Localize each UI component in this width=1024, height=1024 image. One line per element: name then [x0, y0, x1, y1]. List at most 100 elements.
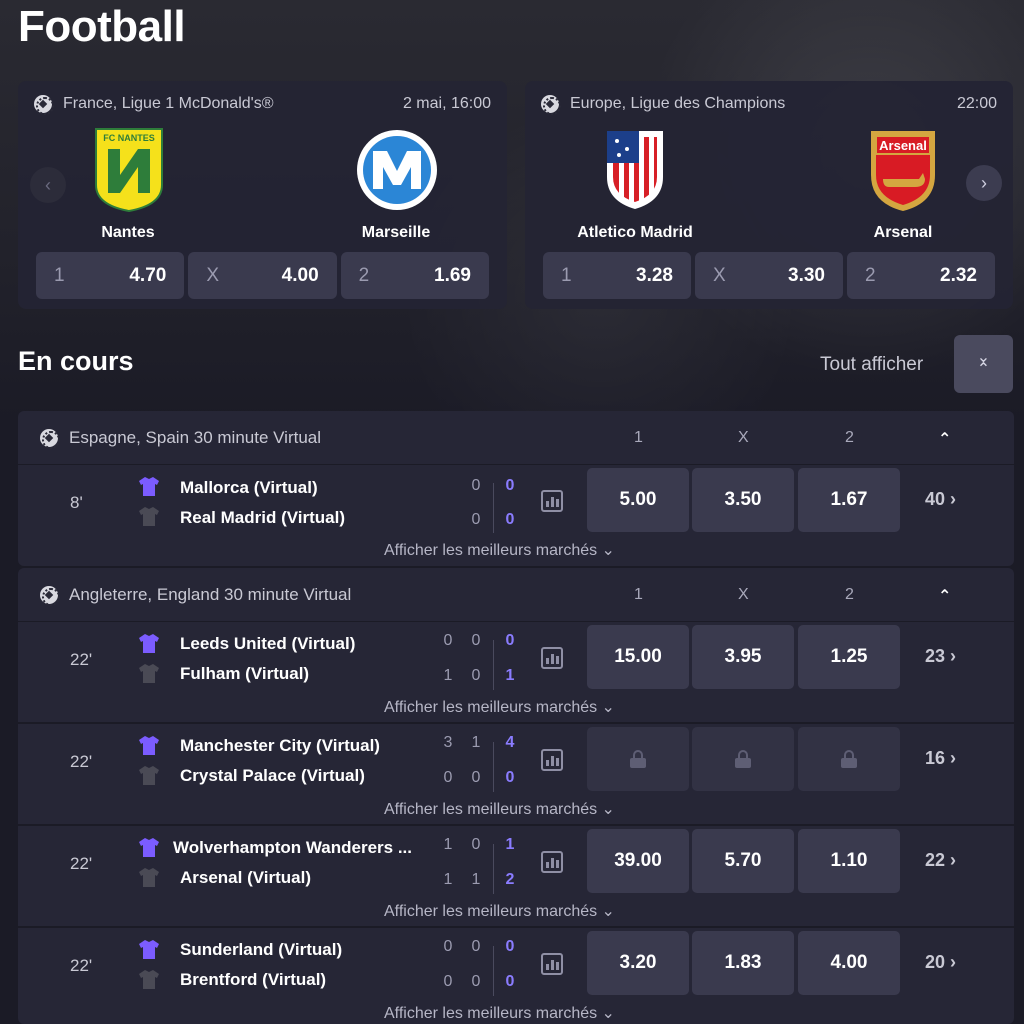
home-score-total: 1 — [505, 836, 515, 853]
home-score: 0 — [443, 938, 453, 955]
featured-header: Europe, Ligue des Champions 22:00 — [541, 93, 997, 115]
atletico-crest — [605, 127, 675, 213]
football-icon — [541, 95, 561, 115]
home-score-total: 0 — [505, 938, 515, 955]
more-markets-count[interactable]: 20 › — [925, 952, 956, 973]
match-row[interactable]: 22' Wolverhampton Wanderers ... Arsenal … — [18, 826, 1014, 928]
home-score: 1 — [443, 836, 453, 853]
away-score: 1 — [471, 871, 481, 888]
odd-home-button[interactable]: 1 3.28 — [543, 252, 691, 299]
league-block: Angleterre, England 30 minute Virtual 1 … — [18, 568, 1014, 1024]
score-divider — [493, 844, 494, 894]
home-score: 0 — [443, 632, 453, 649]
more-markets-count[interactable]: 16 › — [925, 748, 956, 769]
away-score-total: 2 — [505, 871, 515, 888]
best-markets-link[interactable]: Afficher les meilleurs marchés ⌄ — [384, 799, 615, 819]
score-divider — [493, 640, 494, 690]
more-markets-count[interactable]: 23 › — [925, 646, 956, 667]
lock-icon — [841, 750, 857, 768]
away-score: 0 — [443, 973, 453, 990]
column-header-2: 2 — [845, 429, 854, 446]
home-score: 0 — [471, 632, 481, 649]
home-team-name: Leeds United (Virtual) — [180, 634, 356, 653]
chevron-up-icon[interactable]: ⌃ — [938, 429, 952, 448]
column-header-x: X — [738, 586, 749, 603]
more-markets-count[interactable]: 22 › — [925, 850, 956, 871]
match-row[interactable]: 22' Sunderland (Virtual) Brentford (Virt… — [18, 928, 1014, 1024]
carousel-next-button[interactable]: › — [966, 165, 1002, 201]
featured-match-card[interactable]: France, Ligue 1 McDonald's® 2 mai, 16:00… — [18, 81, 507, 309]
away-shirt-icon — [138, 968, 160, 990]
away-score: 1 — [443, 871, 453, 888]
stats-icon[interactable] — [541, 490, 563, 512]
stats-icon[interactable] — [541, 851, 563, 873]
odd-draw-button[interactable]: 3.50 — [692, 468, 794, 532]
odd-home-button[interactable]: 39.00 — [587, 829, 689, 893]
match-time: 22' — [70, 650, 93, 669]
featured-date: 2 mai, 16:00 — [402, 95, 491, 112]
league-header[interactable]: Angleterre, England 30 minute Virtual 1 … — [18, 568, 1014, 622]
odd-away-button[interactable]: 1.25 — [798, 625, 900, 689]
match-row[interactable]: 8' Mallorca (Virtual) Real Madrid (Virtu… — [18, 465, 1014, 565]
match-row[interactable]: 22' Leeds United (Virtual) Fulham (Virtu… — [18, 622, 1014, 724]
league-name: Espagne, Spain 30 minute Virtual — [69, 427, 322, 447]
lock-icon — [735, 750, 751, 768]
best-markets-link[interactable]: Afficher les meilleurs marchés ⌄ — [384, 901, 615, 921]
more-markets-count[interactable]: 40 › — [925, 489, 956, 510]
marseille-crest — [355, 127, 439, 213]
column-header-x: X — [738, 429, 749, 446]
stats-icon[interactable] — [541, 749, 563, 771]
odd-draw-button[interactable]: 5.70 — [692, 829, 794, 893]
home-shirt-icon — [138, 734, 160, 756]
odd-home-button[interactable]: 3.20 — [587, 931, 689, 995]
arsenal-crest: Arsenal — [867, 127, 939, 213]
odd-home-button[interactable]: 1 4.70 — [36, 252, 185, 299]
away-shirt-icon — [138, 662, 160, 684]
odd-home-locked — [587, 727, 689, 791]
odd-draw-button[interactable]: X 3.30 — [695, 252, 843, 299]
best-markets-link[interactable]: Afficher les meilleurs marchés ⌄ — [384, 697, 615, 717]
best-markets-link[interactable]: Afficher les meilleurs marchés ⌄ — [384, 540, 615, 560]
stats-icon[interactable] — [541, 953, 563, 975]
away-score-total: 0 — [505, 973, 515, 990]
odd-draw-button[interactable]: 1.83 — [692, 931, 794, 995]
chevron-up-icon[interactable]: ⌃ — [938, 586, 952, 605]
show-all-link[interactable]: Tout afficher — [820, 354, 923, 376]
odd-away-button[interactable]: 1.10 — [798, 829, 900, 893]
odd-home-button[interactable]: 5.00 — [587, 468, 689, 532]
home-shirt-icon — [138, 938, 160, 960]
odd-away-button[interactable]: 4.00 — [798, 931, 900, 995]
away-score: 0 — [443, 769, 453, 786]
odd-away-button[interactable]: 2 1.69 — [340, 252, 489, 299]
featured-match-card[interactable]: Europe, Ligue des Champions 22:00 Arsena… — [525, 81, 1013, 309]
odd-away-button[interactable]: 1.67 — [798, 468, 900, 532]
away-score: 0 — [471, 511, 481, 528]
home-score-total: 0 — [505, 632, 515, 649]
away-team-name: Crystal Palace (Virtual) — [180, 766, 365, 785]
odd-home-button[interactable]: 15.00 — [587, 625, 689, 689]
odd-draw-button[interactable]: X 4.00 — [188, 252, 337, 299]
home-team-name: Mallorca (Virtual) — [180, 478, 318, 497]
nantes-crest: FC NANTES — [94, 127, 164, 213]
odd-draw-locked — [692, 727, 794, 791]
match-row[interactable]: 22' Manchester City (Virtual) Crystal Pa… — [18, 724, 1014, 826]
score-divider — [493, 946, 494, 996]
away-score: 0 — [471, 973, 481, 990]
odd-away-button[interactable]: 2 2.32 — [847, 252, 995, 299]
football-icon — [34, 95, 54, 115]
away-team-name: Arsenal — [873, 224, 933, 241]
carousel-prev-button[interactable]: ‹ — [30, 167, 66, 203]
home-shirt-icon — [138, 632, 160, 654]
league-block: Espagne, Spain 30 minute Virtual 1 X 2 ⌃… — [18, 411, 1014, 566]
chevron-up-icon: ⌃ — [976, 361, 991, 378]
home-team-name: Nantes — [101, 224, 155, 241]
column-header-1: 1 — [634, 429, 643, 446]
home-score-total: 0 — [505, 477, 515, 494]
odd-away-locked — [798, 727, 900, 791]
away-team-name: Arsenal (Virtual) — [180, 868, 312, 887]
league-header[interactable]: Espagne, Spain 30 minute Virtual 1 X 2 ⌃ — [18, 411, 1014, 465]
odd-draw-button[interactable]: 3.95 — [692, 625, 794, 689]
best-markets-link[interactable]: Afficher les meilleurs marchés ⌄ — [384, 1003, 615, 1023]
stats-icon[interactable] — [541, 647, 563, 669]
collapse-all-button[interactable]: ⌄ ⌃ — [954, 335, 1013, 393]
